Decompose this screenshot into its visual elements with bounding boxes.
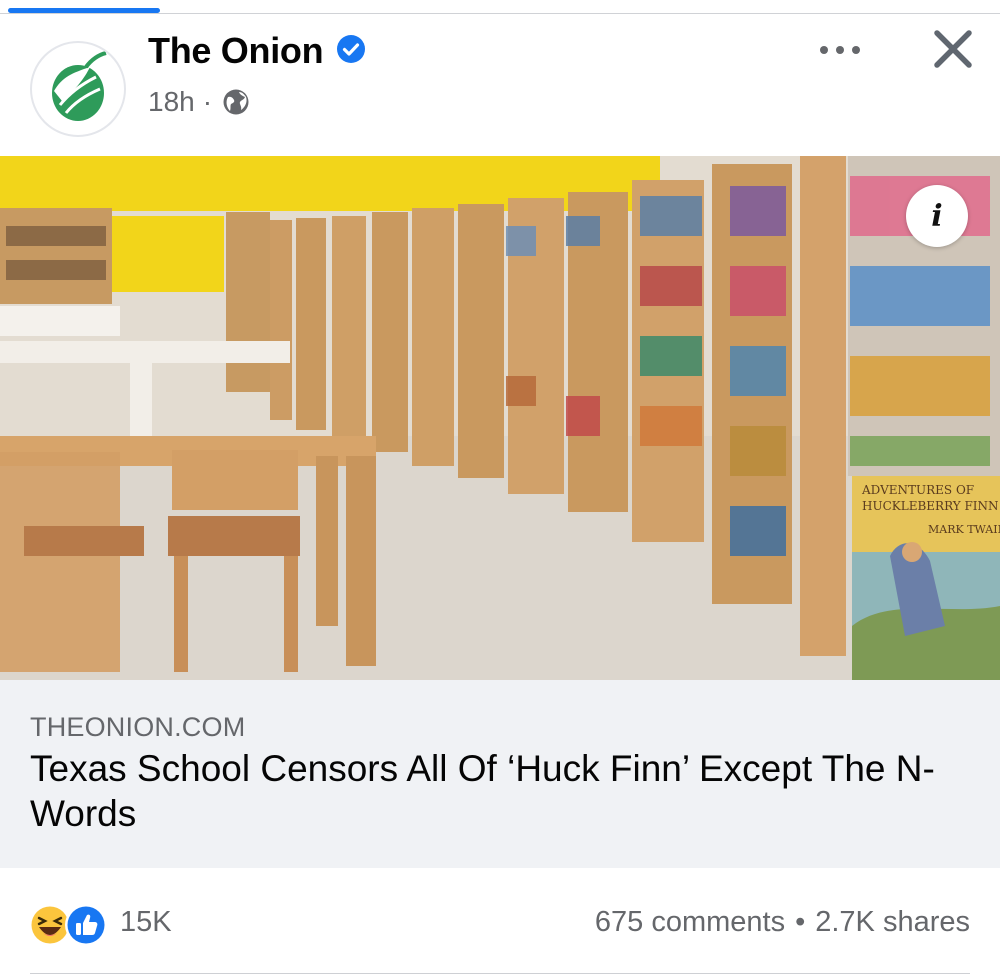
page-avatar[interactable]: [30, 41, 126, 137]
stats-separator: •: [795, 906, 806, 938]
info-icon[interactable]: i: [906, 185, 968, 247]
comments-count[interactable]: 675 comments: [595, 906, 785, 938]
verified-badge-icon: [337, 35, 365, 63]
post-time[interactable]: 18h: [148, 86, 195, 118]
link-domain: THEONION.COM: [30, 712, 246, 742]
onion-logo-icon: [52, 51, 107, 121]
book-author: MARK TWAIN: [928, 523, 1000, 536]
divider: [30, 973, 970, 974]
link-headline[interactable]: Texas School Censors All Of ‘Huck Finn’ …: [30, 746, 970, 836]
top-progress: [0, 0, 1000, 14]
book-cover-image: ADVENTURES OF HUCKLEBERRY FINN MARK TWAI…: [852, 476, 1000, 680]
more-icon[interactable]: [816, 36, 864, 64]
reaction-count[interactable]: 15K: [120, 906, 172, 939]
globe-icon: [223, 89, 249, 115]
like-reaction-icon[interactable]: [64, 903, 108, 947]
meta-separator: ·: [202, 86, 213, 117]
close-icon[interactable]: [932, 28, 974, 70]
book-title-line1: ADVENTURES OF: [861, 483, 974, 497]
page-name[interactable]: The Onion: [148, 30, 324, 72]
link-image[interactable]: ADVENTURES OF HUCKLEBERRY FINN MARK TWAI…: [0, 156, 1000, 680]
post-meta: 18h ·: [148, 86, 250, 118]
engagement-stats: 675 comments • 2.7K shares: [595, 906, 970, 939]
engagement-bar: 15K 675 comments • 2.7K shares: [0, 868, 1000, 976]
book-title-line2: HUCKLEBERRY FINN: [862, 499, 999, 513]
post-header: The Onion 18h ·: [0, 14, 1000, 156]
shares-count[interactable]: 2.7K shares: [815, 906, 970, 938]
library-photo: ADVENTURES OF HUCKLEBERRY FINN MARK TWAI…: [0, 156, 1000, 680]
